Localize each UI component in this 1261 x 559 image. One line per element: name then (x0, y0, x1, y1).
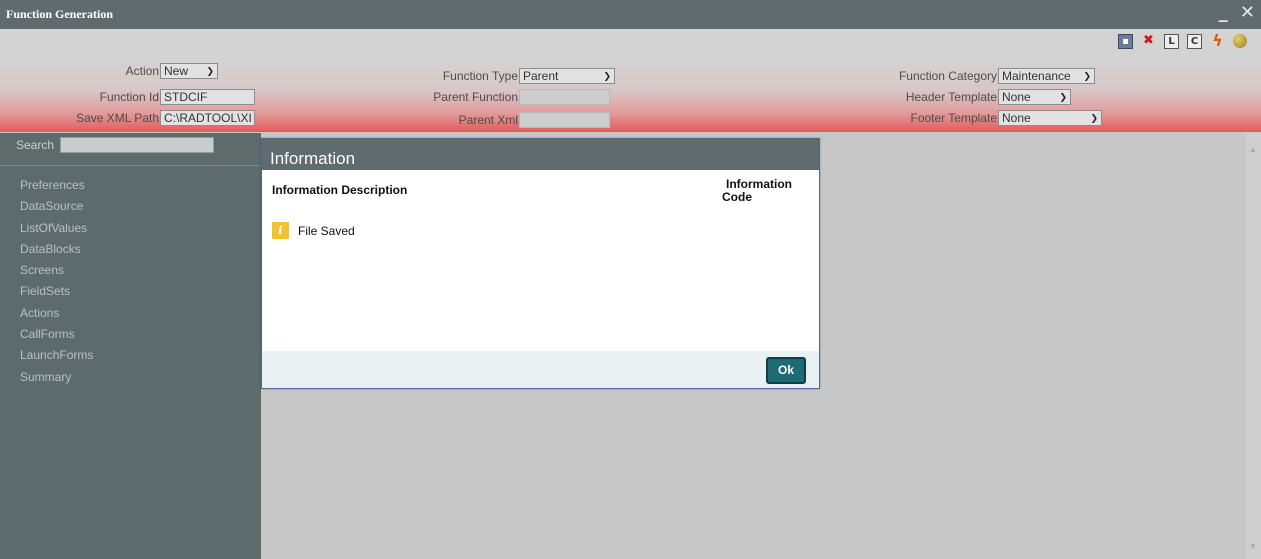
sidebar-nav: Preferences DataSource ListOfValues Data… (20, 177, 93, 390)
l-icon[interactable]: L (1164, 34, 1179, 49)
title-bar: Function Generation _ ✕ (0, 0, 1261, 29)
search-input[interactable] (60, 137, 215, 153)
dialog-footer: Ok (262, 351, 819, 388)
header-template-label: Header Template (905, 89, 997, 104)
sidebar-item-listofvalues[interactable]: ListOfValues (20, 220, 93, 241)
search-label: Search (16, 138, 55, 152)
c-icon[interactable]: C (1187, 34, 1202, 49)
vertical-scrollbar[interactable]: ▲ ▼ (1246, 133, 1261, 559)
sidebar: Search Preferences DataSource ListOfValu… (0, 133, 261, 559)
sidebar-item-datablocks[interactable]: DataBlocks (20, 241, 93, 262)
dialog-body: Information Description Information Code… (262, 170, 819, 351)
chevron-down-icon: ❯ (1059, 91, 1067, 102)
sidebar-divider (0, 165, 261, 166)
scroll-down-icon[interactable]: ▼ (1249, 542, 1257, 551)
info-icon: i (272, 222, 289, 239)
sidebar-item-fieldsets[interactable]: FieldSets (20, 283, 93, 304)
footer-template-select[interactable]: None ❯ (998, 109, 1102, 126)
close-icon[interactable]: ✕ (1240, 2, 1255, 23)
scroll-up-icon[interactable]: ▲ (1249, 145, 1257, 154)
footer-template-label: Footer Template (910, 110, 998, 125)
footer-template-value: None (1002, 110, 1031, 125)
window-controls: _ ✕ (1213, 2, 1255, 23)
header-template-value: None (1002, 89, 1031, 104)
chevron-down-icon: ❯ (1083, 70, 1091, 81)
minimize-icon[interactable]: _ (1219, 2, 1228, 23)
function-header-form: Action New ❯ Function Id STDCIF Save XML … (0, 56, 1261, 132)
sidebar-item-callforms[interactable]: CallForms (20, 326, 93, 347)
sidebar-item-preferences[interactable]: Preferences (20, 177, 93, 198)
column-header-code: Information Code (719, 178, 799, 204)
sidebar-item-actions[interactable]: Actions (20, 305, 93, 326)
chevron-down-icon: ❯ (1090, 112, 1098, 123)
function-category-label: Function Category (898, 68, 997, 83)
column-header-description: Information Description (272, 183, 408, 197)
release-icon[interactable] (1233, 34, 1247, 48)
window-title: Function Generation (6, 7, 113, 21)
delete-icon[interactable]: ✖ (1141, 34, 1156, 49)
function-category-select[interactable]: Maintenance ❯ (998, 67, 1095, 84)
sidebar-item-launchforms[interactable]: LaunchForms (20, 347, 93, 368)
save-icon[interactable]: ▪ (1118, 34, 1133, 49)
column-header-code-line2: Code (722, 190, 752, 204)
function-category-value: Maintenance (1002, 68, 1071, 83)
message-row: i File Saved (272, 222, 355, 239)
information-dialog: Information Information Description Info… (261, 138, 820, 389)
message-text: File Saved (298, 223, 355, 238)
generate-icon[interactable]: ϟ (1210, 33, 1225, 49)
sidebar-item-summary[interactable]: Summary (20, 369, 93, 390)
header-template-select[interactable]: None ❯ (998, 88, 1071, 105)
sidebar-item-screens[interactable]: Screens (20, 262, 93, 283)
toolbar: ▪ ✖ L C ϟ (0, 29, 1261, 56)
ok-button[interactable]: Ok (766, 357, 806, 384)
dialog-title: Information (262, 139, 819, 170)
sidebar-item-datasource[interactable]: DataSource (20, 198, 93, 219)
